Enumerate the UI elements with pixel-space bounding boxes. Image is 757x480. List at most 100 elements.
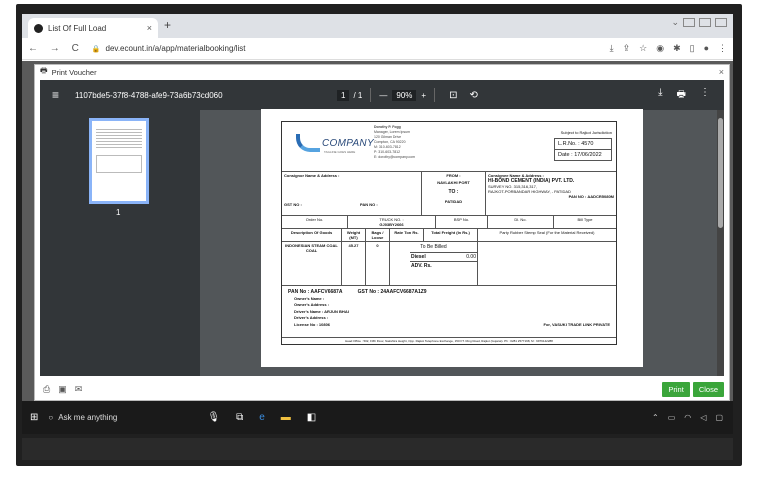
pdf-scrollbar[interactable]: [717, 110, 724, 376]
window-close-icon[interactable]: [715, 18, 727, 27]
license-number: License No : 10806: [294, 321, 331, 327]
voucher-frame: COMPANY TAGLINE GOES HERE Dorothy P. Fog…: [281, 121, 617, 345]
toolbar-divider: [370, 88, 372, 102]
weight-header: Weight (MT): [342, 229, 366, 241]
consignee-pan: PAN NO : AADCR5080M: [568, 194, 614, 199]
modal-footer: ⎙ ▣ ✉ Print Close: [40, 380, 724, 398]
advance-row: ADV. Rs.: [410, 261, 477, 270]
order-no-label: Order No.: [282, 216, 348, 228]
hamburger-menu-icon[interactable]: ≡: [52, 88, 59, 102]
email-icon[interactable]: ✉: [75, 384, 83, 395]
minimize-icon[interactable]: [683, 18, 695, 27]
pan-number: PAN No : AAFCV6687A: [288, 289, 343, 295]
seal-header: Party Rubber Stemp Seal (For the Materia…: [499, 230, 595, 235]
monitor-bezel: [22, 438, 733, 460]
task-view-icon[interactable]: ⧉: [236, 412, 243, 423]
thumbnail-page-number: 1: [116, 208, 121, 217]
puzzle-icon[interactable]: ✱: [673, 43, 681, 54]
pdf-more-icon[interactable]: ⋮: [700, 87, 710, 104]
fit-page-icon[interactable]: ⊡: [449, 90, 457, 101]
browser-toolbar: ← → C 🔒 dev.ecount.in/a/app/materialbook…: [22, 38, 733, 60]
page-total: / 1: [353, 90, 363, 100]
browser-tabstrip: List Of Full Load × + ⌄: [22, 14, 733, 38]
scrollbar-thumb[interactable]: [718, 118, 723, 228]
battery-icon[interactable]: ▭: [668, 413, 676, 422]
modal-title: Print Voucher: [51, 67, 97, 77]
notification-icon[interactable]: ▢: [715, 413, 723, 422]
truck-cell: TRUCK NO. : GJ03BY2666: [348, 216, 436, 228]
to-be-billed: To Be Billed: [420, 244, 447, 250]
edge-icon[interactable]: e: [259, 412, 265, 423]
zoom-out-button[interactable]: —: [379, 91, 387, 100]
rate-header: Rate Ton Rs.: [390, 229, 424, 241]
share-icon[interactable]: ⇪: [623, 43, 631, 54]
company-logo: COMPANY TAGLINE GOES HERE: [296, 132, 374, 156]
lock-icon: 🔒: [91, 45, 101, 53]
new-tab-button[interactable]: +: [164, 18, 171, 32]
truck-no-value: GJ03BY2666: [379, 222, 404, 227]
truck-row: Order No. TRUCK NO. : GJ03BY2666 BSP No.…: [282, 216, 616, 229]
cortana-icon: ○: [48, 413, 54, 422]
toolbar-divider: [434, 88, 436, 102]
page-thumbnail[interactable]: [89, 118, 149, 204]
diesel-row: Diesel 0.00: [410, 252, 477, 261]
file-explorer-icon[interactable]: ▬: [281, 412, 291, 423]
voucher-header: COMPANY TAGLINE GOES HERE Dorothy P. Fog…: [282, 122, 616, 172]
extension-icon[interactable]: ◉: [656, 43, 664, 54]
browser-tab[interactable]: List Of Full Load ×: [28, 18, 158, 38]
volume-icon[interactable]: ◁: [700, 413, 706, 422]
tab-close-icon[interactable]: ×: [147, 23, 152, 33]
address-bar[interactable]: 🔒 dev.ecount.in/a/app/materialbooking/li…: [92, 44, 246, 53]
store-icon[interactable]: ◧: [307, 412, 316, 423]
license-line: License No : 10806 For, VASUKI TRADE LIN…: [294, 322, 610, 329]
pdf-download-icon[interactable]: ⤓: [658, 87, 662, 104]
wifi-icon[interactable]: ◠: [684, 413, 691, 422]
voucher-date: Date : 17/06/2022: [558, 152, 602, 158]
consignor-pan: PAN NO :: [360, 202, 378, 207]
modal-header: 🖶 Print Voucher ×: [35, 65, 729, 79]
freight-header: Total Freight (In Rs.): [424, 229, 478, 241]
taskbar-search[interactable]: ○ Ask me anything: [48, 413, 117, 422]
company-tagline: TAGLINE GOES HERE: [324, 150, 356, 154]
pdf-print-icon[interactable]: 🖶: [677, 87, 686, 104]
print-voucher-modal: 🖶 Print Voucher × ≡ 1107bde5-37f8-4788-a…: [34, 64, 730, 401]
microphone-icon[interactable]: 🎙: [207, 412, 220, 423]
voucher-page: COMPANY TAGLINE GOES HERE Dorothy P. Fog…: [261, 109, 643, 367]
print-button[interactable]: Print: [662, 381, 690, 397]
to-value: PATIDAD: [444, 199, 463, 204]
maximize-icon[interactable]: [699, 18, 711, 27]
back-icon[interactable]: ←: [28, 43, 38, 54]
star-icon[interactable]: ☆: [639, 43, 647, 54]
goods-weight: 45.27: [342, 242, 366, 285]
rotate-icon[interactable]: ⟲: [469, 90, 477, 101]
lr-box: L.R.No. : 4570 Date : 17/06/2022: [554, 138, 612, 161]
page-indicator: 1 / 1: [337, 89, 363, 101]
forward-icon[interactable]: →: [50, 43, 60, 54]
print-setting-icon[interactable]: ⎙: [43, 384, 50, 395]
reload-icon[interactable]: C: [72, 43, 79, 54]
modal-close-icon[interactable]: ×: [719, 67, 724, 77]
download-icon[interactable]: ⤓: [610, 43, 614, 54]
pdf-export-icon[interactable]: ▣: [58, 384, 67, 395]
zoom-in-button[interactable]: +: [421, 91, 426, 100]
close-button[interactable]: Close: [692, 381, 724, 397]
head-office-address: Head Office : 502, Fifth Floor, Nakshtra…: [345, 339, 553, 343]
thumbnail-preview: [96, 127, 142, 149]
windows-start-icon[interactable]: ⊞: [30, 412, 38, 423]
bags-header: Bags / Loose: [366, 229, 390, 241]
page-number-input[interactable]: 1: [337, 89, 350, 101]
sidepanel-icon[interactable]: ▯: [690, 43, 695, 54]
zoom-input[interactable]: 90%: [392, 89, 417, 101]
tab-search-icon[interactable]: ⌄: [671, 17, 679, 28]
seal-cell: [478, 242, 616, 285]
company-name: COMPANY: [322, 138, 374, 149]
tray-chevron-icon[interactable]: ⌃: [652, 413, 659, 422]
url-text: dev.ecount.in/a/app/materialbooking/list: [105, 44, 246, 53]
freight-cell: To Be Billed Diesel 0.00 ADV. Rs.: [390, 242, 478, 285]
thumbnail-sidebar: 1: [40, 110, 200, 376]
browser-menu-icon[interactable]: ⋮: [718, 43, 727, 54]
profile-icon[interactable]: ●: [704, 43, 709, 54]
bill-type-label: Bill Type: [577, 217, 593, 222]
contact-line: E: dorothy@company.com: [374, 155, 416, 159]
diesel-value: 0.00: [466, 254, 476, 260]
